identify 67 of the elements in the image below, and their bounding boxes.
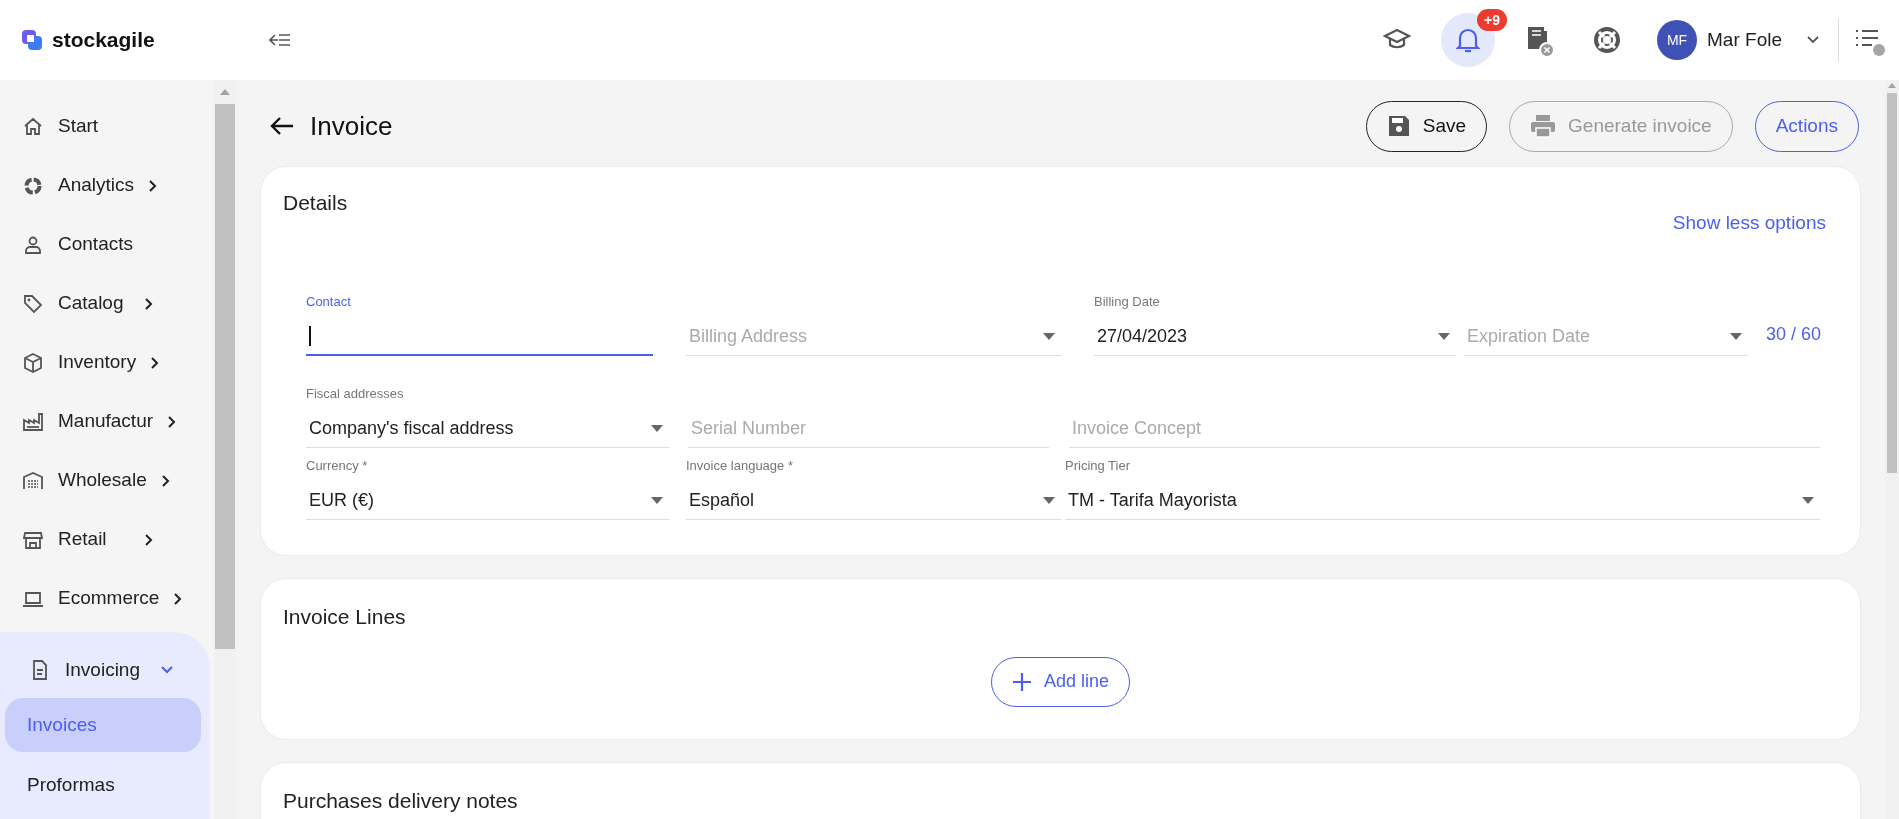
- chevron-right-icon: [167, 414, 178, 429]
- dropdown-caret-icon: [1438, 332, 1450, 340]
- logo-text: stockagile: [52, 27, 155, 54]
- chevron-down-icon: [1806, 35, 1820, 45]
- scroll-up-icon: [219, 88, 231, 96]
- dropdown-field[interactable]: Español: [686, 481, 1061, 520]
- sidebar-subitem[interactable]: Proformas: [5, 758, 201, 812]
- bell-icon: [1456, 26, 1481, 54]
- field-label: Billing Date: [1094, 293, 1161, 311]
- chevron-right-icon: [173, 591, 184, 606]
- section-title: Purchases delivery notes: [283, 788, 519, 814]
- dropdown-caret-icon: [1802, 496, 1814, 504]
- scrollbar-thumb[interactable]: [215, 104, 235, 649]
- field-label: Invoice language *: [686, 457, 794, 475]
- sidebar-item[interactable]: Contacts: [0, 215, 210, 274]
- dropdown-caret-icon: [651, 496, 663, 504]
- dropdown-field[interactable]: Company's fiscal address: [306, 409, 669, 448]
- chevron-right-icon: [150, 355, 161, 370]
- sidebar-item[interactable]: Wholesale: [0, 451, 210, 510]
- logo-icon: [20, 28, 44, 52]
- notification-count-badge: +9: [1477, 9, 1508, 31]
- collapse-icon: [269, 32, 291, 48]
- chevron-right-icon: [148, 178, 159, 193]
- sidebar-item[interactable]: Analytics: [0, 156, 210, 215]
- field-label: Pricing Tier: [1065, 457, 1132, 475]
- lifebuoy-icon: [1592, 25, 1623, 55]
- show-less-options-link[interactable]: Show less options: [1672, 209, 1826, 238]
- dropdown-field[interactable]: TM - Tarifa Mayorista: [1065, 481, 1820, 520]
- dropdown-field[interactable]: EUR (€): [306, 481, 669, 520]
- user-avatar: MF: [1657, 20, 1698, 60]
- factory-icon: [22, 410, 44, 433]
- sidebar-item[interactable]: Start: [0, 97, 210, 156]
- sidebar-item[interactable]: Inventory: [0, 333, 210, 392]
- chevron-right-icon: [160, 473, 171, 488]
- sidebar-scrollbar[interactable]: [214, 80, 236, 819]
- section-title: Details: [283, 190, 348, 216]
- home-icon: [22, 115, 44, 138]
- field-label: Contact: [306, 293, 352, 311]
- sidebar-item[interactable]: Catalog: [0, 274, 210, 333]
- printer-icon: [1530, 114, 1557, 138]
- sidebar-item[interactable]: Invoicing: [0, 642, 208, 698]
- back-arrow-icon: [270, 116, 294, 136]
- field-label: Fiscal addresses: [306, 385, 405, 403]
- dropdown-field[interactable]: 27/04/2023: [1094, 317, 1456, 356]
- scroll-up-icon: [1887, 82, 1897, 89]
- plus-icon: [1011, 671, 1032, 692]
- text-cursor: [309, 326, 311, 347]
- chevron-down-icon: [160, 665, 174, 675]
- warehouse-icon: [22, 469, 44, 492]
- dropdown-caret-icon: [1730, 332, 1742, 340]
- section-title: Invoice Lines: [283, 604, 407, 630]
- tag-icon: [22, 292, 44, 315]
- scrollbar-thumb[interactable]: [1887, 93, 1897, 473]
- sidebar-item[interactable]: Manufactur: [0, 392, 210, 451]
- chevron-right-icon: [144, 296, 154, 311]
- user-name: Mar Fole: [1707, 27, 1782, 52]
- dropdown-caret-icon: [1043, 332, 1055, 340]
- user-menu[interactable]: MF Mar Fole: [1657, 20, 1838, 60]
- dropdown-caret-icon: [1043, 496, 1055, 504]
- sidebar-item[interactable]: Ecommerce: [0, 569, 210, 628]
- page-title: Invoice: [310, 109, 393, 143]
- dropdown-caret-icon: [651, 424, 663, 432]
- field-label: Currency *: [306, 457, 369, 475]
- box-icon: [22, 351, 44, 374]
- chevron-right-icon: [144, 532, 154, 547]
- sidebar-item[interactable]: Retail: [0, 510, 210, 569]
- days-counter: 30 / 60: [1766, 322, 1822, 346]
